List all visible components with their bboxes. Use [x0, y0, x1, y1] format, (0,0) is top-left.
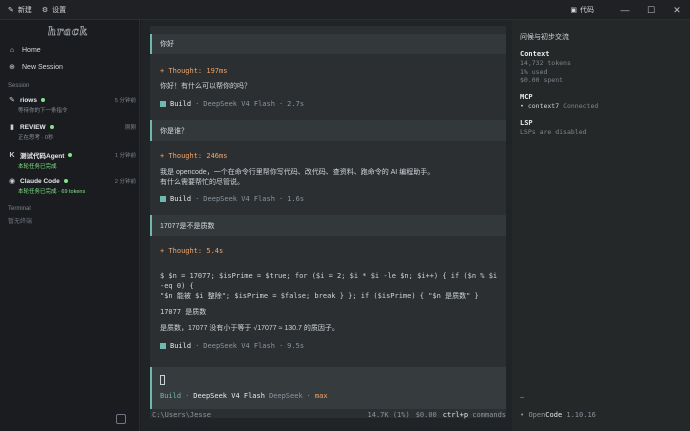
minimize-button[interactable]: —: [612, 0, 638, 20]
status-bar: C:\Users\Jesse 14.7K (1%) $0.00 ctrl+p c…: [152, 411, 506, 419]
lsp-heading: LSP: [520, 119, 533, 127]
app-version: • OpenCode 1.10.16: [520, 411, 596, 419]
status-dot: [68, 153, 73, 157]
terminal-heading: Terminal: [8, 206, 31, 212]
session-item-riows[interactable]: ✎ riows 5 分钟前 等待你的下一条指令: [8, 96, 136, 115]
home-icon: ⌂: [9, 47, 15, 54]
cost: $0.00: [415, 411, 437, 419]
status-dot: [63, 179, 68, 183]
context-heading: Context: [520, 50, 550, 58]
title-bar: ✎ 新建 ⚙ 设置 ▣ 代码 — ☐ ✕: [0, 0, 690, 20]
wand-icon: ✎: [9, 97, 15, 104]
session-info-panel: 问候与初步交流 Context 14,732 tokens 1% used $0…: [512, 20, 690, 431]
sidebar: hrack ⌂ Home ⊕ New Session Session ✎ riow…: [0, 20, 140, 431]
reply-meta: Build · DeepSeek V4 Flash · 1.6s: [160, 195, 304, 203]
working-directory: C:\Users\Jesse: [152, 411, 212, 419]
collapse-sidebar-icon[interactable]: [116, 414, 126, 424]
thought-toggle[interactable]: + Thought: 246ms: [160, 152, 227, 160]
code-button[interactable]: ▣ 代码: [570, 5, 594, 15]
prompt-input[interactable]: Build · DeepSeek V4 Flash DeepSeek · max: [150, 367, 506, 409]
close-button[interactable]: ✕: [664, 0, 690, 20]
mcp-server: • context7 Connected: [520, 102, 599, 110]
k-icon: K: [9, 151, 15, 159]
shell-command: $ $n = 17077; $isPrime = $true; for ($i …: [160, 272, 498, 316]
assistant-reply: 你好！有什么可以帮你的吗？: [160, 83, 251, 90]
user-message: 你是谁？: [150, 120, 506, 141]
lsp-status: LSPs are disabled: [520, 128, 587, 136]
close-icon: ✕: [673, 4, 681, 15]
terminal-empty: 暂无终端: [8, 219, 33, 225]
session-item-test-agent[interactable]: K 测试代码Agent 1 分钟前 本轮任务已完成: [8, 150, 136, 171]
assistant-reply: 我是 opencode，一个在命令行里帮你写代码、改代码、查资料、跑命令的 AI…: [160, 169, 435, 186]
status-dot: [40, 98, 45, 102]
main-panel: 你好 + Thought: 197ms 你好！有什么可以帮你的吗？ Build …: [141, 20, 512, 431]
effort-selector[interactable]: max: [315, 392, 328, 400]
plus-icon: ⊕: [9, 64, 15, 71]
model-selector[interactable]: DeepSeek V4 Flash: [193, 392, 265, 400]
code-icon: ▣: [570, 7, 577, 14]
assistant-reply: 是质数，17077 没有小于等于 √17077 ≈ 130.7 的质因子。: [160, 325, 339, 332]
user-message: 你好: [150, 34, 506, 54]
reply-meta: Build · DeepSeek V4 Flash · 2.7s: [160, 100, 304, 108]
agent-square-icon: [160, 343, 166, 349]
chat-transcript: 你好 + Thought: 197ms 你好！有什么可以帮你的吗？ Build …: [150, 26, 506, 418]
sidebar-item-new-session[interactable]: ⊕ New Session: [8, 63, 63, 72]
status-dot: [49, 125, 54, 129]
user-message: 17077是不是质数: [150, 215, 506, 236]
reply-meta: Build · DeepSeek V4 Flash · 9.5s: [160, 342, 304, 350]
session-item-claude-code[interactable]: ◉ Claude Code 2 分钟前 本轮任务已完成 · 69 tokens: [8, 177, 136, 196]
cwd-indicator: ~: [520, 394, 525, 402]
agent-selector[interactable]: Build: [160, 392, 181, 400]
sidebar-item-home[interactable]: ⌂ Home: [8, 47, 41, 54]
agent-square-icon: [160, 196, 166, 202]
session-heading: Session: [8, 83, 30, 89]
context-stats: 14,732 tokens 1% used $0.00 spent: [520, 59, 571, 84]
gamepad-icon: ◉: [8, 178, 16, 185]
session-title: 问候与初步交流: [520, 34, 569, 41]
document-icon: ▮: [10, 124, 14, 131]
minimize-icon: —: [620, 5, 630, 15]
text-cursor: [160, 375, 165, 385]
maximize-icon: ☐: [646, 4, 656, 15]
new-button[interactable]: ✎ 新建: [8, 5, 32, 15]
agent-square-icon: [160, 101, 166, 107]
session-item-review[interactable]: ▮ REVIEW 刚刚 正在思考 · 0秒: [8, 123, 136, 142]
input-status-line: Build · DeepSeek V4 Flash DeepSeek · max: [160, 392, 328, 400]
settings-button[interactable]: ⚙ 设置: [42, 5, 66, 15]
app-logo: hrack: [48, 25, 89, 39]
maximize-button[interactable]: ☐: [638, 0, 664, 20]
edit-icon: ✎: [8, 6, 14, 14]
token-usage: 14.7K (1%): [367, 411, 410, 419]
mcp-heading: MCP: [520, 93, 533, 101]
thought-toggle[interactable]: + Thought: 197ms: [160, 67, 227, 75]
thought-toggle[interactable]: + Thought: 5.4s: [160, 247, 223, 255]
sliders-icon: ⚙: [41, 6, 49, 14]
shortcut-key: ctrl+p: [442, 411, 469, 419]
